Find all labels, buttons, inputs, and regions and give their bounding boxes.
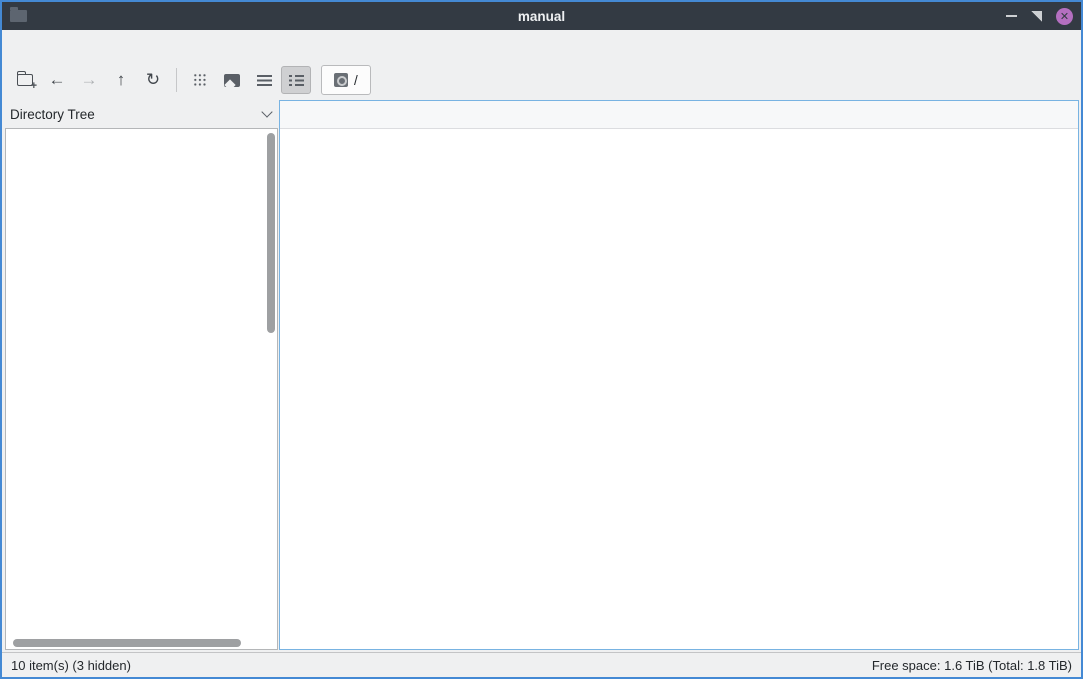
sidebar-header-label: Directory Tree (10, 107, 95, 122)
item-count: 10 item(s) (3 hidden) (11, 658, 131, 673)
new-tab-button[interactable] (10, 66, 40, 94)
file-manager-window: manual ✕ ← → ↑ ↻ / Directory T (0, 0, 1083, 679)
drive-icon (334, 73, 348, 87)
icon-view-button[interactable] (185, 66, 215, 94)
sidebar: Directory Tree (2, 100, 279, 652)
toolbar: ← → ↑ ↻ / (2, 60, 1081, 100)
compact-view-icon (257, 75, 272, 86)
compact-view-button[interactable] (249, 66, 279, 94)
detailed-list-view-button[interactable] (281, 66, 311, 94)
thumbnail-view-button[interactable] (217, 66, 247, 94)
path-root-button[interactable]: / (321, 65, 371, 95)
directory-tree (5, 128, 278, 650)
sidebar-header[interactable]: Directory Tree (2, 100, 279, 128)
path-root-label: / (354, 73, 358, 88)
column-headers (280, 101, 1078, 129)
path-bar: / (321, 65, 371, 95)
chevron-down-icon[interactable] (261, 106, 272, 117)
up-button[interactable]: ↑ (106, 66, 136, 94)
toolbar-separator (176, 68, 177, 92)
statusbar: 10 item(s) (3 hidden) Free space: 1.6 Ti… (2, 652, 1081, 677)
maximize-button-icon[interactable] (1031, 11, 1042, 22)
thumbnail-view-icon (224, 74, 240, 87)
new-tab-icon (17, 74, 33, 86)
tree-horizontal-scrollbar[interactable] (13, 639, 241, 647)
file-list-panel (279, 100, 1079, 650)
tree-vertical-scrollbar[interactable] (267, 133, 275, 333)
free-space: Free space: 1.6 TiB (Total: 1.8 TiB) (872, 658, 1072, 673)
menubar (2, 30, 1081, 60)
titlebar[interactable]: manual ✕ (2, 2, 1081, 30)
minimize-button-icon[interactable] (1006, 15, 1017, 17)
icon-view-icon (193, 73, 207, 87)
detailed-list-view-icon (289, 75, 304, 86)
close-button-icon[interactable]: ✕ (1056, 8, 1073, 25)
back-button[interactable]: ← (42, 66, 72, 94)
window-title: manual (2, 9, 1081, 24)
file-list (280, 129, 1078, 649)
forward-button[interactable]: → (74, 66, 104, 94)
window-app-folder-icon (10, 10, 27, 22)
reload-button[interactable]: ↻ (138, 66, 168, 94)
